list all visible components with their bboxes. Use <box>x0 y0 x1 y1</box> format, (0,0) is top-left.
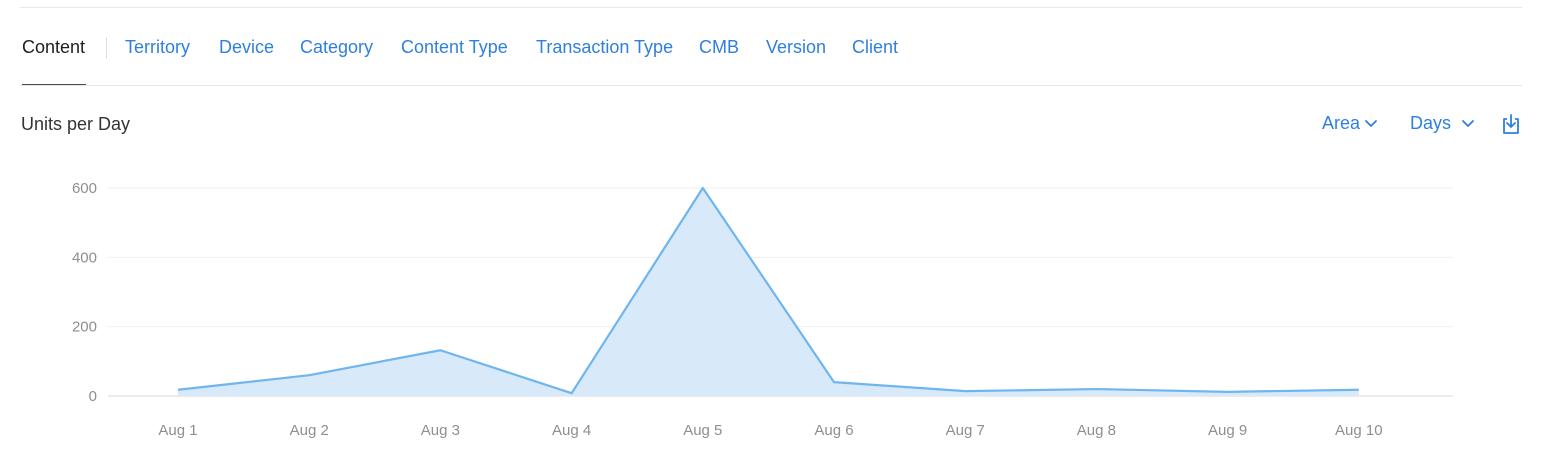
x-tick-label: Aug 2 <box>290 422 329 439</box>
units-area-chart: 0 200 400 600 Aug 1 Aug 2 Aug 3 Aug 4 Aug 5 Aug 6… <box>72 180 1453 439</box>
chart-title: Units per Day <box>21 114 131 134</box>
interval-dropdown[interactable]: Days <box>1410 112 1475 134</box>
tab-territory[interactable]: Territory <box>125 36 190 58</box>
y-tick-label: 200 <box>72 319 97 336</box>
tab-client[interactable]: Client <box>852 36 898 58</box>
tab-cmb[interactable]: CMB <box>699 36 739 58</box>
dimension-tabs: Content Territory Device Category Conten… <box>0 26 1522 86</box>
interval-label: Days <box>1410 113 1452 133</box>
tabs-divider <box>20 85 1522 86</box>
y-tick-label: 0 <box>89 388 97 405</box>
tab-version[interactable]: Version <box>766 36 826 58</box>
chevron-down-icon <box>1462 120 1474 127</box>
x-tick-label: Aug 5 <box>683 422 722 439</box>
tab-separator <box>106 37 107 59</box>
x-tick-label: Aug 10 <box>1335 422 1383 439</box>
tab-content-type[interactable]: Content Type <box>401 36 508 58</box>
x-tick-label: Aug 1 <box>158 422 197 439</box>
chart-style-dropdown[interactable]: Area <box>1322 112 1378 134</box>
tab-device[interactable]: Device <box>219 36 274 58</box>
chart-style-label: Area <box>1322 113 1361 133</box>
y-tick-label: 600 <box>72 180 97 197</box>
tab-content[interactable]: Content <box>22 36 85 58</box>
tab-transaction-type[interactable]: Transaction Type <box>536 36 673 58</box>
chevron-down-icon <box>1365 120 1377 127</box>
y-tick-label: 400 <box>72 249 97 266</box>
download-icon[interactable] <box>1500 112 1522 136</box>
x-tick-label: Aug 8 <box>1077 422 1116 439</box>
x-tick-label: Aug 7 <box>946 422 985 439</box>
x-tick-label: Aug 3 <box>421 422 460 439</box>
tab-category[interactable]: Category <box>300 36 373 58</box>
top-divider <box>20 7 1522 8</box>
x-tick-label: Aug 6 <box>814 422 853 439</box>
x-tick-label: Aug 9 <box>1208 422 1247 439</box>
series-area <box>178 188 1359 396</box>
x-tick-label: Aug 4 <box>552 422 591 439</box>
